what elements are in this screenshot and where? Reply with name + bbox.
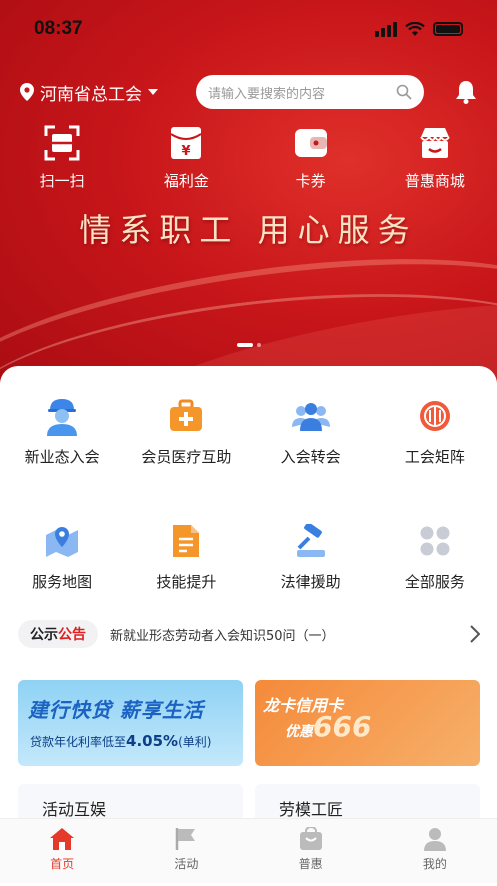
quick-scan-label: 扫一扫 bbox=[39, 172, 85, 190]
chevron-right-icon[interactable] bbox=[470, 625, 480, 643]
bottom-tab-bar: 首页 活动 普惠 我的 bbox=[0, 818, 497, 883]
ccb-loan-title: 建行快贷 薪享生活 bbox=[28, 698, 204, 722]
caret-down-icon bbox=[148, 89, 158, 95]
ccb-loan-subtitle: 贷款年化利率低至4.05%(单利) bbox=[30, 732, 211, 750]
service-legal-aid[interactable]: 法律援助 bbox=[249, 521, 373, 592]
tab-label: 活动 bbox=[174, 857, 199, 871]
medical-kit-icon bbox=[170, 399, 203, 431]
battery-icon bbox=[433, 22, 463, 36]
bell-icon[interactable] bbox=[455, 80, 477, 104]
wallet-icon bbox=[294, 129, 327, 157]
quick-coupon-label: 卡券 bbox=[295, 172, 326, 190]
map-pin-icon bbox=[46, 527, 79, 557]
quick-scan-button[interactable]: 扫一扫 bbox=[0, 124, 124, 191]
service-label: 会员医疗互助 bbox=[141, 448, 232, 466]
tab-activity[interactable]: 活动 bbox=[124, 819, 248, 883]
service-all[interactable]: 全部服务 bbox=[373, 521, 497, 592]
banner-slogan: 情系职工 用心服务 bbox=[79, 211, 418, 249]
quick-welfare-label: 福利金 bbox=[163, 172, 209, 190]
carousel-indicator bbox=[0, 343, 497, 347]
tab-home[interactable]: 首页 bbox=[0, 819, 124, 883]
tab-benefits[interactable]: 普惠 bbox=[249, 819, 373, 883]
cellular-signal-icon bbox=[375, 21, 397, 37]
credit-card-offer: 优惠666 bbox=[285, 710, 371, 743]
search-icon bbox=[396, 84, 412, 100]
shopping-bag-icon bbox=[299, 827, 322, 850]
notice-tag: 公示公告 bbox=[18, 620, 98, 648]
quick-actions: 扫一扫 ¥ 福利金 卡券 普惠商城 bbox=[0, 124, 497, 191]
card-label: 劳模工匠 bbox=[279, 800, 344, 819]
location-pin-icon bbox=[20, 83, 34, 101]
service-label: 法律援助 bbox=[280, 573, 341, 591]
service-label: 全部服务 bbox=[404, 573, 465, 591]
ccb-loan-banner[interactable]: 建行快贷 薪享生活 贷款年化利率低至4.05%(单利) bbox=[18, 680, 243, 766]
quick-welfare-button[interactable]: ¥ 福利金 bbox=[124, 124, 248, 191]
union-emblem-icon bbox=[419, 401, 450, 431]
wifi-icon bbox=[405, 21, 425, 36]
home-icon bbox=[50, 828, 75, 850]
service-label: 新业态入会 bbox=[24, 448, 100, 466]
service-label: 技能提升 bbox=[156, 573, 217, 591]
grid-icon bbox=[420, 526, 450, 556]
notice-tag-a: 公示 bbox=[30, 627, 58, 643]
main-panel: 新业态入会 会员医疗互助 入会转会 工会矩阵 服务地图 技能提升 法律援助 全部… bbox=[0, 366, 497, 886]
service-join-transfer[interactable]: 入会转会 bbox=[249, 396, 373, 467]
card-label: 活动互娱 bbox=[42, 800, 107, 819]
ccb-loan-sub-suffix: (单利) bbox=[178, 735, 212, 749]
group-icon bbox=[291, 403, 330, 431]
credit-card-offer-number: 666 bbox=[313, 710, 372, 743]
svg-text:¥: ¥ bbox=[182, 144, 191, 159]
tab-label: 首页 bbox=[50, 857, 75, 871]
notice-tag-b: 公告 bbox=[58, 627, 86, 643]
location-selector[interactable]: 河南省总工会 bbox=[20, 80, 158, 105]
service-medical-mutual-aid[interactable]: 会员医疗互助 bbox=[124, 396, 248, 467]
top-header: 河南省总工会 请输入要搜索的内容 bbox=[0, 72, 497, 112]
status-time: 08:37 bbox=[34, 18, 83, 39]
notice-bar[interactable]: 公示公告 新就业形态劳动者入会知识50问（一） bbox=[18, 618, 480, 650]
location-label: 河南省总工会 bbox=[40, 84, 142, 105]
scan-icon bbox=[44, 125, 80, 161]
service-skill-improve[interactable]: 技能提升 bbox=[124, 521, 248, 592]
tab-profile[interactable]: 我的 bbox=[373, 819, 497, 883]
notice-text: 新就业形态劳动者入会知识50问（一） bbox=[110, 628, 335, 644]
quick-coupon-button[interactable]: 卡券 bbox=[249, 124, 373, 191]
tab-label: 普惠 bbox=[298, 857, 323, 871]
promo-banners: 建行快贷 薪享生活 贷款年化利率低至4.05%(单利) 龙卡信用卡 优惠666 bbox=[18, 680, 480, 766]
service-union-matrix[interactable]: 工会矩阵 bbox=[373, 396, 497, 467]
service-label: 入会转会 bbox=[280, 448, 341, 466]
search-placeholder: 请输入要搜索的内容 bbox=[208, 86, 326, 102]
user-icon bbox=[423, 828, 446, 851]
hero-banner[interactable]: 08:37 河南省总工会 请输入要搜索的内容 扫一扫 ¥ 福利金 卡券 普惠商城… bbox=[0, 0, 497, 400]
worker-icon bbox=[47, 399, 78, 436]
service-label: 工会矩阵 bbox=[404, 448, 465, 466]
credit-card-banner[interactable]: 龙卡信用卡 优惠666 bbox=[255, 680, 480, 766]
service-label: 服务地图 bbox=[32, 573, 93, 591]
welfare-envelope-icon: ¥ bbox=[170, 127, 202, 159]
quick-store-label: 普惠商城 bbox=[404, 172, 465, 190]
tab-label: 我的 bbox=[422, 857, 447, 871]
ccb-loan-rate: 4.05% bbox=[126, 732, 179, 750]
service-new-industry-join[interactable]: 新业态入会 bbox=[0, 396, 124, 467]
quick-store-button[interactable]: 普惠商城 bbox=[373, 124, 497, 191]
ccb-loan-sub-prefix: 贷款年化利率低至 bbox=[30, 735, 127, 749]
flag-icon bbox=[176, 828, 196, 850]
search-input[interactable]: 请输入要搜索的内容 bbox=[196, 75, 424, 109]
status-bar: 08:37 bbox=[0, 0, 497, 58]
store-icon bbox=[420, 128, 450, 158]
document-icon bbox=[173, 525, 200, 557]
gavel-icon bbox=[296, 524, 325, 557]
service-grid: 新业态入会 会员医疗互助 入会转会 工会矩阵 服务地图 技能提升 法律援助 全部… bbox=[0, 396, 497, 592]
service-map[interactable]: 服务地图 bbox=[0, 521, 124, 592]
credit-card-offer-label: 优惠 bbox=[285, 724, 313, 740]
